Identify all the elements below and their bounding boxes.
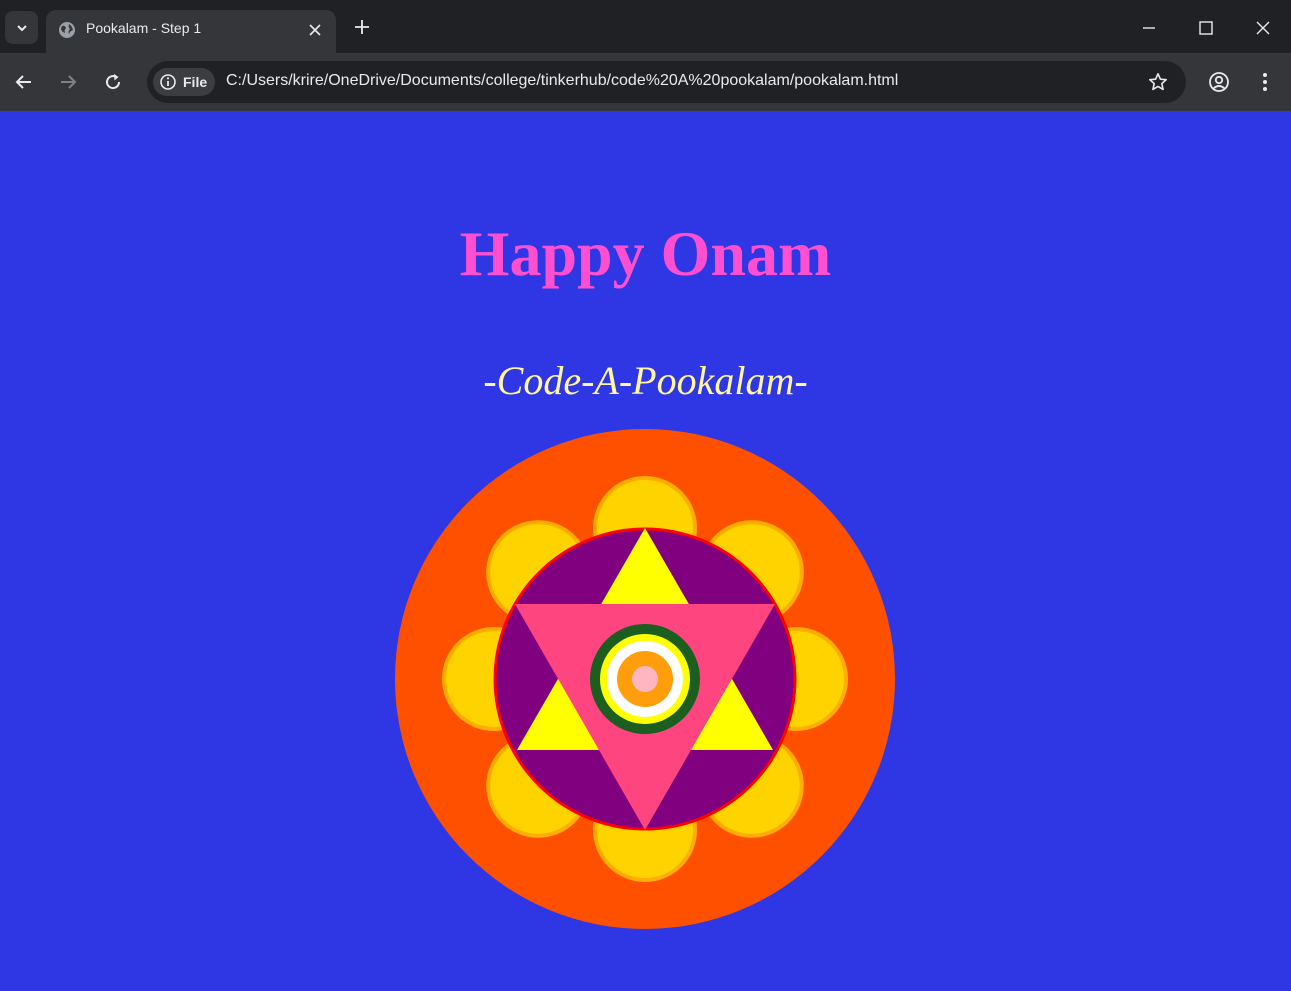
tab-title: Pookalam - Step 1 bbox=[86, 20, 202, 36]
tab-search-button[interactable] bbox=[5, 11, 38, 44]
profile-icon bbox=[1209, 72, 1229, 92]
url-text[interactable]: C:/Users/krire/OneDrive/Documents/colleg… bbox=[226, 72, 898, 90]
address-bar[interactable]: File C:/Users/krire/OneDrive/Documents/c… bbox=[147, 61, 1186, 103]
tab-search-icon bbox=[16, 24, 27, 31]
window-close-icon bbox=[1256, 21, 1270, 35]
minimize-button[interactable] bbox=[1135, 14, 1163, 42]
tab-active[interactable]: Pookalam - Step 1 bbox=[46, 10, 336, 53]
close-icon bbox=[309, 24, 321, 36]
reload-icon bbox=[106, 74, 121, 90]
info-icon bbox=[160, 74, 176, 90]
page-heading: Happy Onam bbox=[459, 218, 832, 289]
forward-arrow-icon bbox=[61, 75, 77, 89]
maximize-icon bbox=[1199, 21, 1213, 35]
page-content: Happy Onam -Code-A-Pookalam- bbox=[0, 111, 1291, 991]
site-info-button[interactable]: File bbox=[153, 68, 215, 96]
maximize-button[interactable] bbox=[1192, 14, 1220, 42]
site-chip-label: File bbox=[183, 74, 208, 90]
window-close-button[interactable] bbox=[1249, 14, 1277, 42]
kebab-menu-icon bbox=[1263, 73, 1267, 91]
bookmark-button[interactable] bbox=[1146, 70, 1170, 94]
minimize-icon bbox=[1143, 27, 1155, 29]
forward-button[interactable] bbox=[54, 68, 82, 96]
globe-icon bbox=[59, 22, 75, 38]
tab-strip: Pookalam - Step 1 bbox=[0, 0, 1291, 53]
new-tab-button[interactable] bbox=[350, 15, 374, 39]
reload-button[interactable] bbox=[99, 68, 127, 96]
back-arrow-icon bbox=[15, 75, 31, 89]
profile-button[interactable] bbox=[1205, 68, 1233, 96]
tab-close-button[interactable] bbox=[304, 19, 326, 41]
plus-icon bbox=[355, 20, 369, 34]
star-icon bbox=[1149, 73, 1167, 91]
pookalam-art bbox=[395, 429, 895, 929]
menu-button[interactable] bbox=[1251, 68, 1279, 96]
toolbar: File C:/Users/krire/OneDrive/Documents/c… bbox=[0, 53, 1291, 111]
page-subheading: -Code-A-Pookalam- bbox=[483, 358, 808, 403]
back-button[interactable] bbox=[10, 68, 38, 96]
center-dot bbox=[632, 666, 658, 692]
